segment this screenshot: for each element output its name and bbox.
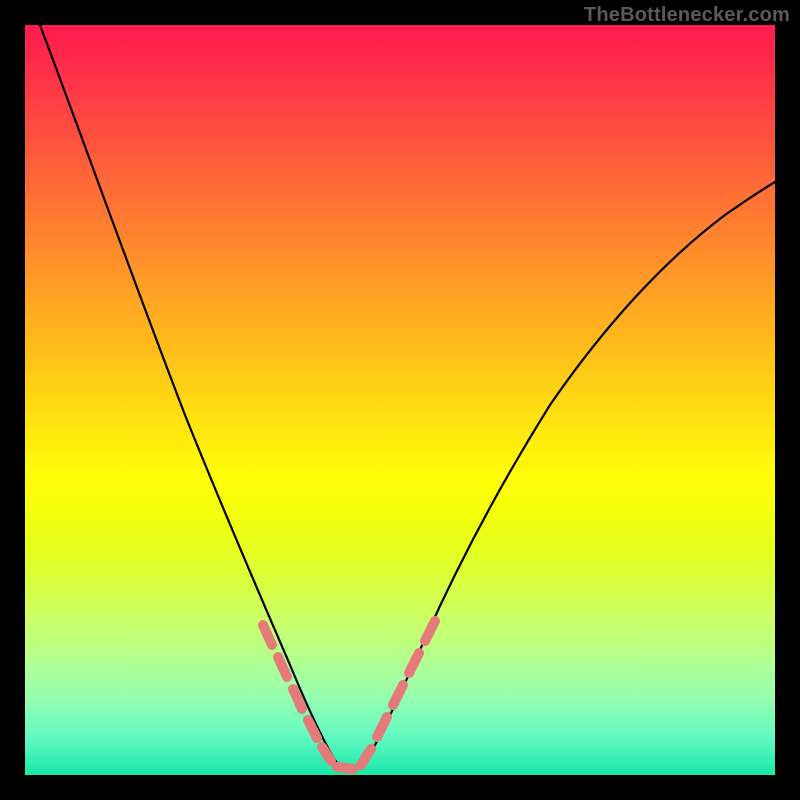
highlight-dash — [278, 657, 287, 677]
chart-frame: TheBottlenecker.com — [0, 0, 800, 800]
highlight-dash — [393, 685, 403, 705]
curve-layer — [25, 25, 775, 775]
highlight-dash — [263, 625, 272, 645]
watermark-text: TheBottlenecker.com — [584, 4, 790, 27]
highlight-dash — [361, 749, 371, 765]
plot-area — [25, 25, 775, 775]
highlight-dash — [409, 653, 419, 673]
bottleneck-curve — [40, 25, 775, 770]
highlight-dash — [337, 767, 353, 769]
highlight-dash — [425, 621, 435, 641]
highlight-dash — [377, 717, 387, 737]
